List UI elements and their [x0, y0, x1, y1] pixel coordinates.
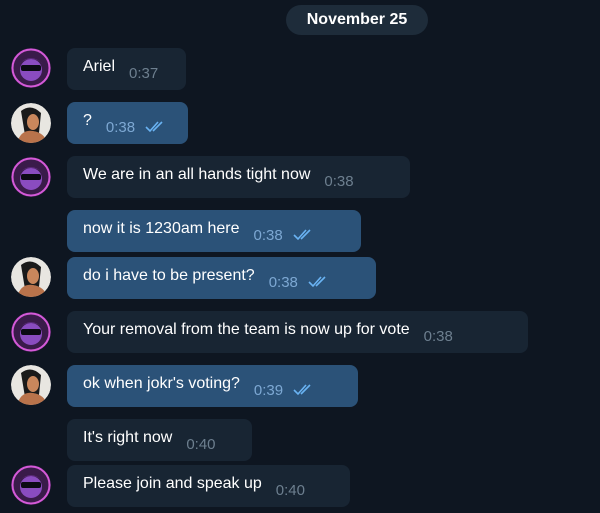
message-bubble-outgoing[interactable]: ok when jokr's voting? 0:39	[67, 365, 358, 407]
double-check-icon	[145, 121, 163, 133]
message-text: Ariel	[83, 58, 116, 75]
message-bubble-outgoing[interactable]: ? 0:38	[67, 102, 188, 144]
message-text: We are in an all hands tight now	[83, 166, 311, 183]
message-text: Your removal from the team is now up for…	[83, 321, 410, 338]
message-time: 0:39	[253, 381, 284, 399]
message-time: 0:38	[324, 172, 354, 190]
message-bubble-outgoing[interactable]: do i have to be present? 0:38	[67, 257, 376, 299]
message-bubble-incoming[interactable]: Your removal from the team is now up for…	[67, 311, 528, 353]
contact-avatar-icon[interactable]	[11, 157, 51, 197]
message-text: ok when jokr's voting?	[83, 375, 240, 392]
message-bubble-incoming[interactable]: We are in an all hands tight now 0:38	[67, 156, 410, 198]
message-time: 0:38	[105, 118, 136, 136]
contact-avatar-icon[interactable]	[11, 48, 51, 88]
own-avatar-icon[interactable]	[11, 365, 51, 405]
message-text: now it is 1230am here	[83, 220, 240, 237]
own-avatar-icon[interactable]	[11, 257, 51, 297]
double-check-icon	[308, 276, 326, 288]
double-check-icon	[293, 229, 311, 241]
chat-history[interactable]: November 25 Ariel 0:37 ? 0:38 We are in …	[0, 0, 600, 513]
message-bubble-incoming[interactable]: Please join and speak up 0:40	[67, 465, 350, 507]
message-time: 0:38	[423, 327, 453, 345]
message-bubble-incoming[interactable]: It's right now 0:40	[67, 419, 252, 461]
message-time: 0:40	[186, 435, 216, 453]
date-separator: November 25	[286, 5, 428, 35]
message-text: do i have to be present?	[83, 267, 255, 284]
message-text: Please join and speak up	[83, 475, 262, 492]
message-time: 0:37	[129, 64, 159, 82]
message-text: It's right now	[83, 429, 173, 446]
contact-avatar-icon[interactable]	[11, 312, 51, 352]
message-time: 0:38	[253, 226, 283, 244]
message-time: 0:38	[268, 273, 298, 291]
message-time: 0:40	[275, 481, 305, 499]
message-text: ?	[83, 112, 92, 129]
double-check-icon	[293, 384, 311, 396]
own-avatar-icon[interactable]	[11, 103, 51, 143]
message-bubble-incoming[interactable]: Ariel 0:37	[67, 48, 186, 90]
message-bubble-outgoing[interactable]: now it is 1230am here 0:38	[67, 210, 361, 252]
date-label: November 25	[306, 11, 408, 28]
contact-avatar-icon[interactable]	[11, 465, 51, 505]
